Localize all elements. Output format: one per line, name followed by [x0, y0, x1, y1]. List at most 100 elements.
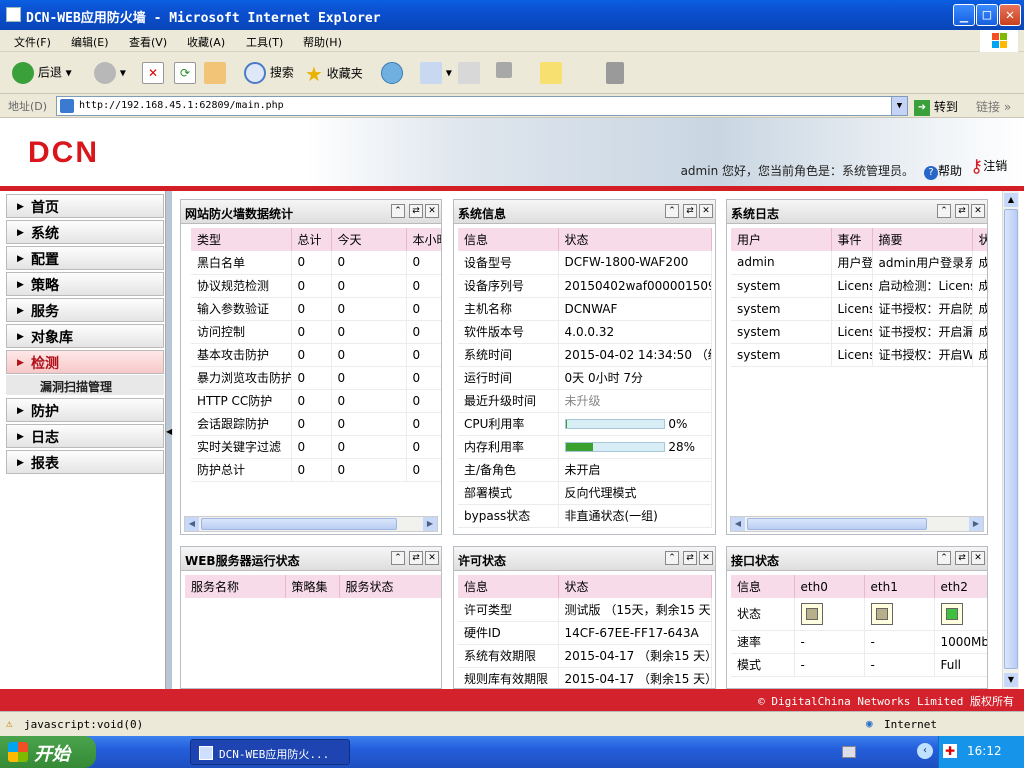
discuss-button[interactable] — [540, 62, 562, 84]
refresh-panel-icon[interactable]: ⇄ — [955, 551, 969, 565]
menu-help[interactable]: 帮助(H) — [303, 34, 342, 50]
refresh-panel-icon[interactable]: ⇄ — [409, 204, 423, 218]
favorites-button[interactable]: ★ 收藏夹 — [305, 62, 363, 86]
help-link[interactable]: ? 帮助 — [924, 162, 962, 180]
table-cell: 基本攻击防护 — [191, 343, 292, 367]
search-button[interactable]: 搜索 — [244, 62, 294, 84]
nav-protect[interactable]: ▶ 防护 — [6, 398, 164, 422]
close-panel-icon[interactable]: ✕ — [425, 551, 439, 565]
sidebar-splitter[interactable]: ◀ — [166, 191, 172, 689]
start-button[interactable]: 开始 — [0, 736, 96, 768]
scroll-right-icon[interactable]: ▶ — [969, 517, 983, 531]
keyboard-icon[interactable] — [842, 746, 856, 758]
nav-log[interactable]: ▶ 日志 — [6, 424, 164, 448]
refresh-panel-icon[interactable]: ⇄ — [683, 551, 697, 565]
scroll-thumb[interactable] — [747, 518, 927, 530]
close-panel-icon[interactable]: ✕ — [425, 204, 439, 218]
cpu-usage-cell: 0% — [558, 412, 712, 436]
scroll-up-icon[interactable]: ▲ — [1004, 193, 1018, 207]
scroll-thumb[interactable] — [201, 518, 397, 530]
menu-tools[interactable]: 工具(T) — [246, 34, 283, 50]
maximize-button[interactable]: □ — [976, 4, 998, 26]
close-panel-icon[interactable]: ✕ — [971, 551, 985, 565]
table-row: systemLicense证书授权：开启防护成功 — [731, 297, 987, 321]
menu-edit[interactable]: 编辑(E) — [71, 34, 109, 50]
minimize-button[interactable]: _ — [953, 4, 975, 26]
nav-service[interactable]: ▶ 服务 — [6, 298, 164, 322]
print-button[interactable] — [458, 62, 480, 84]
nav-system[interactable]: ▶ 系统 — [6, 220, 164, 244]
nav-home-label: 首页 — [31, 200, 59, 216]
nav-arrow-icon: ▶ — [17, 254, 24, 264]
refresh-panel-icon[interactable]: ⇄ — [683, 204, 697, 218]
close-panel-icon[interactable]: ✕ — [971, 204, 985, 218]
clock[interactable]: 16:12 — [967, 744, 1002, 758]
table-cell: DCNWAF — [558, 297, 712, 321]
close-panel-icon[interactable]: ✕ — [699, 551, 713, 565]
collapse-panel-icon[interactable]: ⌃ — [665, 551, 679, 565]
refresh-panel-icon[interactable]: ⇄ — [409, 551, 423, 565]
collapse-panel-icon[interactable]: ⌃ — [391, 551, 405, 565]
table-cell: 0 — [291, 435, 332, 459]
tray-expand-icon[interactable]: ‹ — [917, 743, 933, 759]
scroll-thumb[interactable] — [1004, 209, 1018, 669]
cpu-progress-bar — [564, 419, 665, 429]
refresh-button[interactable]: ⟳ — [174, 62, 196, 84]
horizontal-scrollbar[interactable]: ◀ ▶ — [730, 516, 984, 532]
panel-system-log: 系统日志 ⌃ ⇄✕ 用户事件摘要状态 admin用户登录admin用户登录系统成功… — [726, 199, 988, 535]
url-dropdown-icon[interactable]: ▼ — [891, 97, 907, 115]
search-label: 搜索 — [269, 65, 294, 80]
close-button[interactable]: ✕ — [999, 4, 1021, 26]
refresh-panel-icon[interactable]: ⇄ — [955, 204, 969, 218]
nav-config-label: 配置 — [31, 252, 59, 268]
table-cell: 0 — [331, 435, 407, 459]
table-cell — [864, 598, 935, 631]
table-header-row: 信息 状态 — [458, 575, 712, 598]
table-row: 硬件ID 14CF-67EE-FF17-643A — [458, 621, 712, 645]
menu-favorites[interactable]: 收藏(A) — [187, 34, 225, 50]
collapse-panel-icon[interactable]: ⌃ — [665, 204, 679, 218]
close-panel-icon[interactable]: ✕ — [699, 204, 713, 218]
logout-link[interactable]: ⚷注销 — [970, 156, 1007, 177]
nav-config[interactable]: ▶ 配置 — [6, 246, 164, 270]
go-button[interactable]: ➜ 转到 — [914, 98, 958, 116]
vertical-scrollbar[interactable]: ▲ ▼ — [1002, 191, 1019, 689]
messenger-button[interactable] — [606, 62, 624, 84]
col-header: 状态 — [558, 228, 712, 251]
home-button[interactable] — [204, 62, 226, 84]
menu-file[interactable]: 文件(F) — [14, 34, 51, 50]
col-header: 类型 — [191, 228, 292, 251]
url-input[interactable]: http://192.168.45.1:62809/main.php ▼ — [56, 96, 908, 116]
network-icon[interactable]: ✚ — [943, 744, 957, 758]
nav-arrow-icon: ▶ — [17, 280, 24, 290]
system-time-cell[interactable]: 2015-04-02 14:34:50 （编辑） — [558, 343, 712, 367]
windows-logo-icon — [980, 30, 1018, 52]
scroll-right-icon[interactable]: ▶ — [423, 517, 437, 531]
menu-view[interactable]: 查看(V) — [129, 34, 167, 50]
nav-detect[interactable]: ▶ 检测 — [6, 350, 164, 374]
panel-title: 许可状态 — [458, 554, 507, 568]
edit-button[interactable] — [496, 62, 512, 78]
nav-policy[interactable]: ▶ 策略 — [6, 272, 164, 296]
nav-home[interactable]: ▶ 首页 — [6, 194, 164, 218]
back-button[interactable]: 后退 ▾ — [12, 62, 72, 84]
table-cell: 0 — [406, 343, 441, 367]
history-button[interactable] — [381, 62, 403, 84]
nav-objects[interactable]: ▶ 对象库 — [6, 324, 164, 348]
collapse-panel-icon[interactable]: ⌃ — [391, 204, 405, 218]
taskbar-ie-window[interactable]: DCN-WEB应用防火... — [190, 739, 350, 765]
table-row: 基本攻击防护 0 0 0 — [191, 343, 441, 367]
links-button[interactable]: 链接 » — [976, 98, 1011, 115]
forward-button[interactable]: ▾ — [94, 62, 126, 84]
horizontal-scrollbar[interactable]: ◀ ▶ — [184, 516, 438, 532]
nav-sub-vuln-scan[interactable]: 漏洞扫描管理 — [6, 375, 164, 395]
table-row: 会话跟踪防护 0 0 0 — [191, 412, 441, 436]
scroll-left-icon[interactable]: ◀ — [731, 517, 745, 531]
scroll-left-icon[interactable]: ◀ — [185, 517, 199, 531]
mail-button[interactable]: ▾ — [420, 62, 452, 84]
collapse-panel-icon[interactable]: ⌃ — [937, 204, 951, 218]
stop-button[interactable]: ✕ — [142, 62, 164, 84]
nav-report[interactable]: ▶ 报表 — [6, 450, 164, 474]
collapse-panel-icon[interactable]: ⌃ — [937, 551, 951, 565]
scroll-down-icon[interactable]: ▼ — [1004, 673, 1018, 687]
